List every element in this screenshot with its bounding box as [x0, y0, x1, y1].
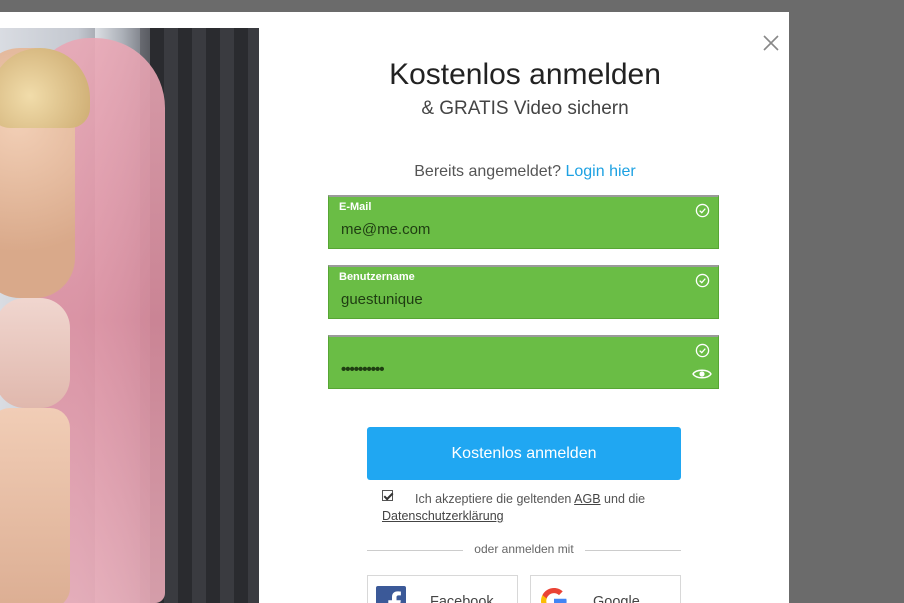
email-field[interactable]: E-Mail me@me.com	[328, 195, 719, 249]
facebook-login-button[interactable]: Facebook	[367, 575, 518, 603]
social-divider: oder anmelden mit	[367, 541, 681, 559]
privacy-link[interactable]: Datenschutzerklärung	[382, 509, 504, 523]
login-prompt-text: Bereits angemeldet?	[414, 163, 562, 180]
username-field[interactable]: Benutzername guestunique	[328, 265, 719, 319]
divider-line-right	[585, 550, 681, 551]
signup-modal: Kostenlos anmelden & GRATIS Video sicher…	[0, 12, 789, 603]
login-link[interactable]: Login hier	[565, 163, 635, 180]
google-label: Google	[593, 594, 640, 603]
photo-leg	[0, 408, 70, 603]
terms-text-before: Ich akzeptiere die geltenden	[415, 492, 575, 506]
photo-lingerie	[0, 298, 70, 408]
eye-icon[interactable]	[692, 367, 712, 381]
username-value[interactable]: guestunique	[341, 291, 423, 308]
password-value[interactable]: ••••••••••	[341, 361, 385, 378]
email-value[interactable]: me@me.com	[341, 221, 430, 238]
terms-text-line2: Datenschutzerklärung	[382, 506, 504, 527]
close-icon[interactable]	[762, 34, 780, 52]
username-label: Benutzername	[339, 271, 415, 283]
password-field[interactable]: ••••••••••	[328, 335, 719, 389]
login-prompt: Bereits angemeldet? Login hier	[330, 163, 720, 181]
check-circle-icon	[695, 203, 710, 218]
check-circle-icon	[695, 273, 710, 288]
google-icon	[541, 588, 567, 603]
terms-text-middle: und die	[600, 492, 646, 506]
email-label: E-Mail	[339, 201, 372, 213]
terms-checkbox[interactable]	[382, 490, 393, 501]
modal-title: Kostenlos anmelden	[389, 58, 661, 91]
signup-button[interactable]: Kostenlos anmelden	[367, 427, 681, 480]
photo-background	[150, 28, 259, 603]
promo-photo	[0, 28, 259, 603]
google-login-button[interactable]: Google	[530, 575, 681, 603]
divider-text: oder anmelden mit	[474, 542, 574, 556]
check-circle-icon	[695, 343, 710, 358]
facebook-label: Facebook	[430, 594, 494, 603]
facebook-icon	[376, 586, 406, 603]
agb-link[interactable]: AGB	[574, 492, 600, 506]
modal-subtitle: & GRATIS Video sichern	[421, 98, 629, 119]
